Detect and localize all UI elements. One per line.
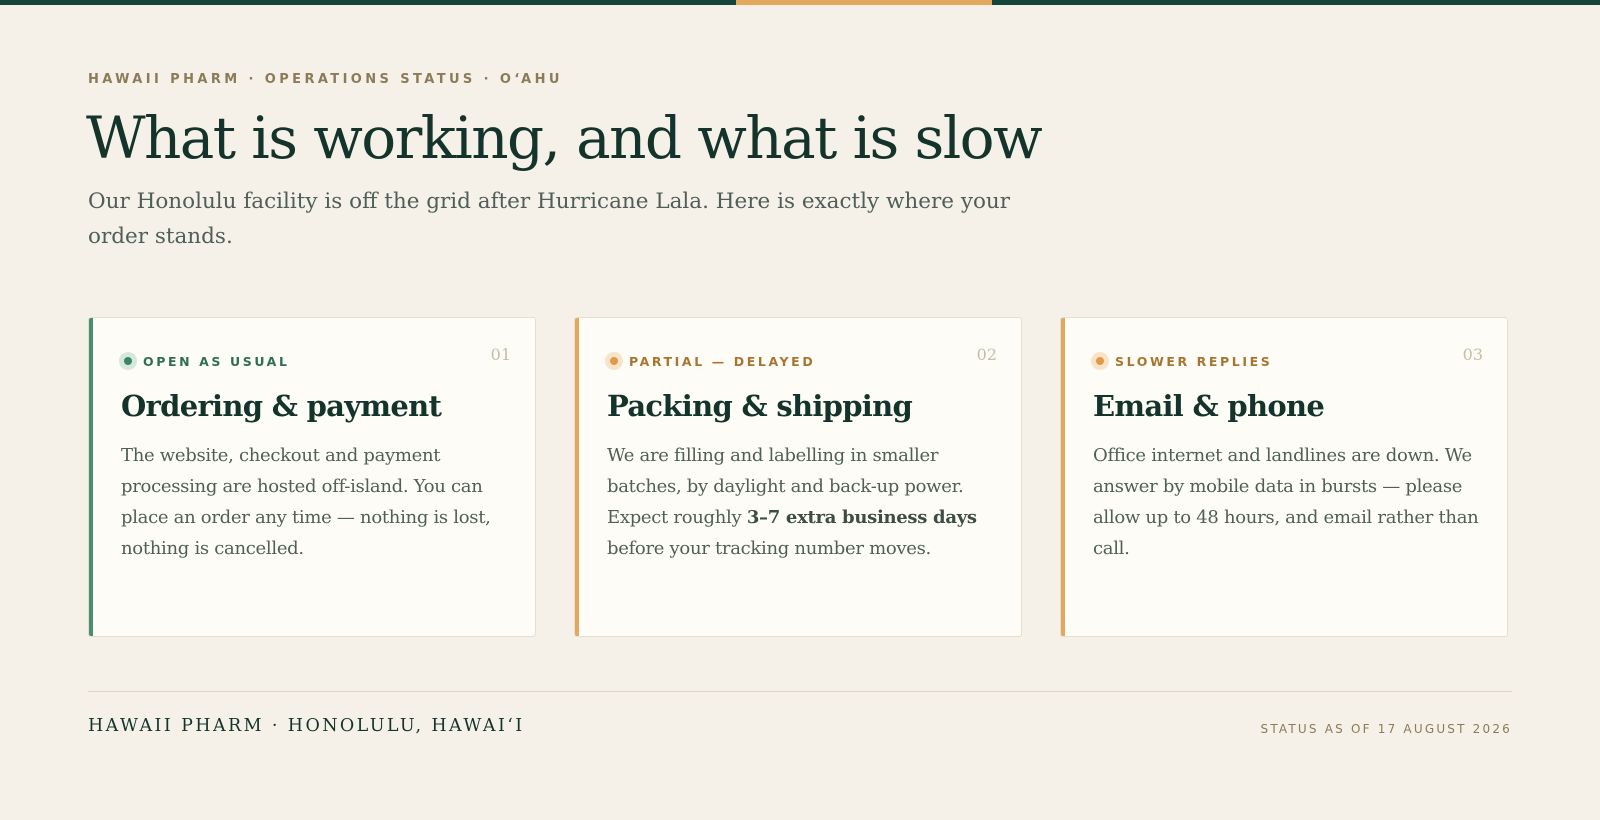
card-body: The website, checkout and payment proces… [121,445,491,559]
status-dot-icon [605,352,623,370]
status-dot-icon [119,352,137,370]
card-body-highlight: 3–7 extra business days [746,507,977,528]
status-indicator: SLOWER REPLIES [1091,352,1272,370]
card-title: Email & phone [1093,389,1325,423]
top-accent-highlight [736,0,992,5]
status-indicator: OPEN AS USUAL [119,352,290,370]
card-body: Office internet and landlines are down. … [1093,445,1479,559]
card-accent-bar [89,318,93,636]
status-label: OPEN AS USUAL [143,353,290,369]
status-card-contact: SLOWER REPLIES 03 Email & phone Office i… [1060,317,1508,637]
eyebrow-label: HAWAII PHARM · OPERATIONS STATUS · O‘AHU [88,72,563,87]
page-subtitle: Our Honolulu facility is off the grid af… [88,189,1011,249]
card-accent-bar [1061,318,1065,636]
card-body: We are filling and labelling in smaller … [607,440,995,564]
card-number: 02 [976,345,997,364]
footer-divider [88,691,1512,692]
card-number: 03 [1462,345,1483,364]
card-number: 01 [490,345,511,364]
card-accent-bar [575,318,579,636]
status-label: PARTIAL — DELAYED [629,353,816,369]
page-title: What is working, and what is slow [86,104,1043,172]
card-title: Ordering & payment [121,389,442,423]
footer-status-date: STATUS AS OF 17 AUGUST 2026 [1260,722,1512,736]
status-label: SLOWER REPLIES [1115,353,1273,369]
status-card-shipping: PARTIAL — DELAYED 02 Packing & shipping … [574,317,1022,637]
status-indicator: PARTIAL — DELAYED [605,352,815,370]
card-body-text: before your tracking number moves. [607,538,931,559]
status-dot-icon [1091,352,1109,370]
status-card-ordering: OPEN AS USUAL 01 Ordering & payment The … [88,317,536,637]
card-title: Packing & shipping [607,389,913,423]
footer-brand: HAWAII PHARM · HONOLULU, HAWAI‘I [88,716,525,736]
